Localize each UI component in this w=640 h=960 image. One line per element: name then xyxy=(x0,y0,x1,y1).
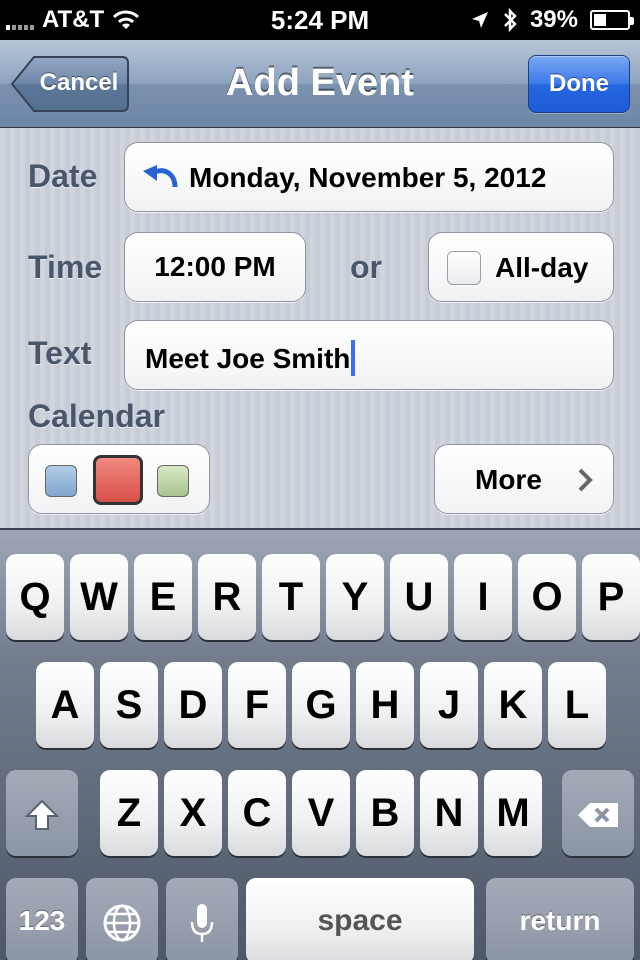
key-e[interactable]: E xyxy=(134,554,192,640)
key-f[interactable]: F xyxy=(228,662,286,748)
key-x[interactable]: X xyxy=(164,770,222,856)
bluetooth-icon xyxy=(504,8,517,32)
status-bar: AT&T 5:24 PM 39% xyxy=(0,0,640,40)
date-value: Monday, November 5, 2012 xyxy=(189,162,547,193)
more-label: More xyxy=(475,464,542,495)
dictation-key[interactable] xyxy=(166,878,238,960)
key-k[interactable]: K xyxy=(484,662,542,748)
numbers-key[interactable]: 123 xyxy=(6,878,78,960)
undo-arrow-icon xyxy=(143,165,178,188)
backspace-icon xyxy=(578,803,618,828)
or-label: or xyxy=(350,249,382,285)
navigation-bar: Cancel Add Event Done xyxy=(0,40,640,128)
text-input[interactable]: Meet Joe Smith xyxy=(124,320,614,390)
calendar-picker xyxy=(28,444,210,514)
calendar-label: Calendar xyxy=(28,398,165,434)
key-h[interactable]: H xyxy=(356,662,414,748)
globe-icon xyxy=(103,904,141,942)
calendar-swatch-red[interactable] xyxy=(93,455,143,505)
space-key[interactable]: space xyxy=(246,878,474,960)
battery-percent: 39% xyxy=(529,6,578,33)
time-field[interactable]: 12:00 PM xyxy=(124,232,306,302)
key-j[interactable]: J xyxy=(420,662,478,748)
globe-key[interactable] xyxy=(86,878,158,960)
key-m[interactable]: M xyxy=(484,770,542,856)
key-v[interactable]: V xyxy=(292,770,350,856)
return-key[interactable]: return xyxy=(486,878,634,960)
time-label: Time xyxy=(28,249,103,285)
key-w[interactable]: W xyxy=(70,554,128,640)
battery-icon xyxy=(590,10,634,30)
text-label: Text xyxy=(28,335,92,371)
key-n[interactable]: N xyxy=(420,770,478,856)
key-z[interactable]: Z xyxy=(100,770,158,856)
shift-key[interactable] xyxy=(6,770,78,856)
text-input-value-wrap: Meet Joe Smith xyxy=(145,340,356,376)
calendar-swatch-green[interactable] xyxy=(157,465,189,497)
location-arrow-icon xyxy=(471,12,488,28)
allday-label: All-day xyxy=(495,252,589,283)
calendar-swatch-blue[interactable] xyxy=(45,465,77,497)
key-a[interactable]: A xyxy=(36,662,94,748)
key-l[interactable]: L xyxy=(548,662,606,748)
status-right-group: 39% xyxy=(470,6,634,34)
more-button[interactable]: More xyxy=(434,444,614,514)
key-d[interactable]: D xyxy=(164,662,222,748)
keyboard: 123 space return QWERTYUIOP ASDFGHJKL ZXCV… xyxy=(0,528,640,960)
key-p[interactable]: P xyxy=(582,554,640,640)
key-q[interactable]: Q xyxy=(6,554,64,640)
key-u[interactable]: U xyxy=(390,554,448,640)
allday-toggle[interactable]: All-day xyxy=(428,232,614,302)
microphone-icon xyxy=(190,904,214,943)
event-form: Date Monday, November 5, 2012 Time 12:00… xyxy=(0,128,640,528)
key-b[interactable]: B xyxy=(356,770,414,856)
chevron-right-icon xyxy=(578,468,593,492)
battery-level xyxy=(594,14,606,26)
key-o[interactable]: O xyxy=(518,554,576,640)
key-r[interactable]: R xyxy=(198,554,256,640)
done-button[interactable]: Done xyxy=(528,55,630,113)
key-c[interactable]: C xyxy=(228,770,286,856)
date-label: Date xyxy=(28,158,98,194)
text-cursor xyxy=(351,340,356,376)
key-y[interactable]: Y xyxy=(326,554,384,640)
key-g[interactable]: G xyxy=(292,662,350,748)
delete-key[interactable] xyxy=(562,770,634,856)
key-i[interactable]: I xyxy=(454,554,512,640)
key-s[interactable]: S xyxy=(100,662,158,748)
text-input-value: Meet Joe Smith xyxy=(145,343,351,374)
date-field[interactable]: Monday, November 5, 2012 xyxy=(124,142,614,212)
key-t[interactable]: T xyxy=(262,554,320,640)
allday-checkbox[interactable] xyxy=(447,251,481,285)
shift-arrow-icon xyxy=(24,800,60,831)
